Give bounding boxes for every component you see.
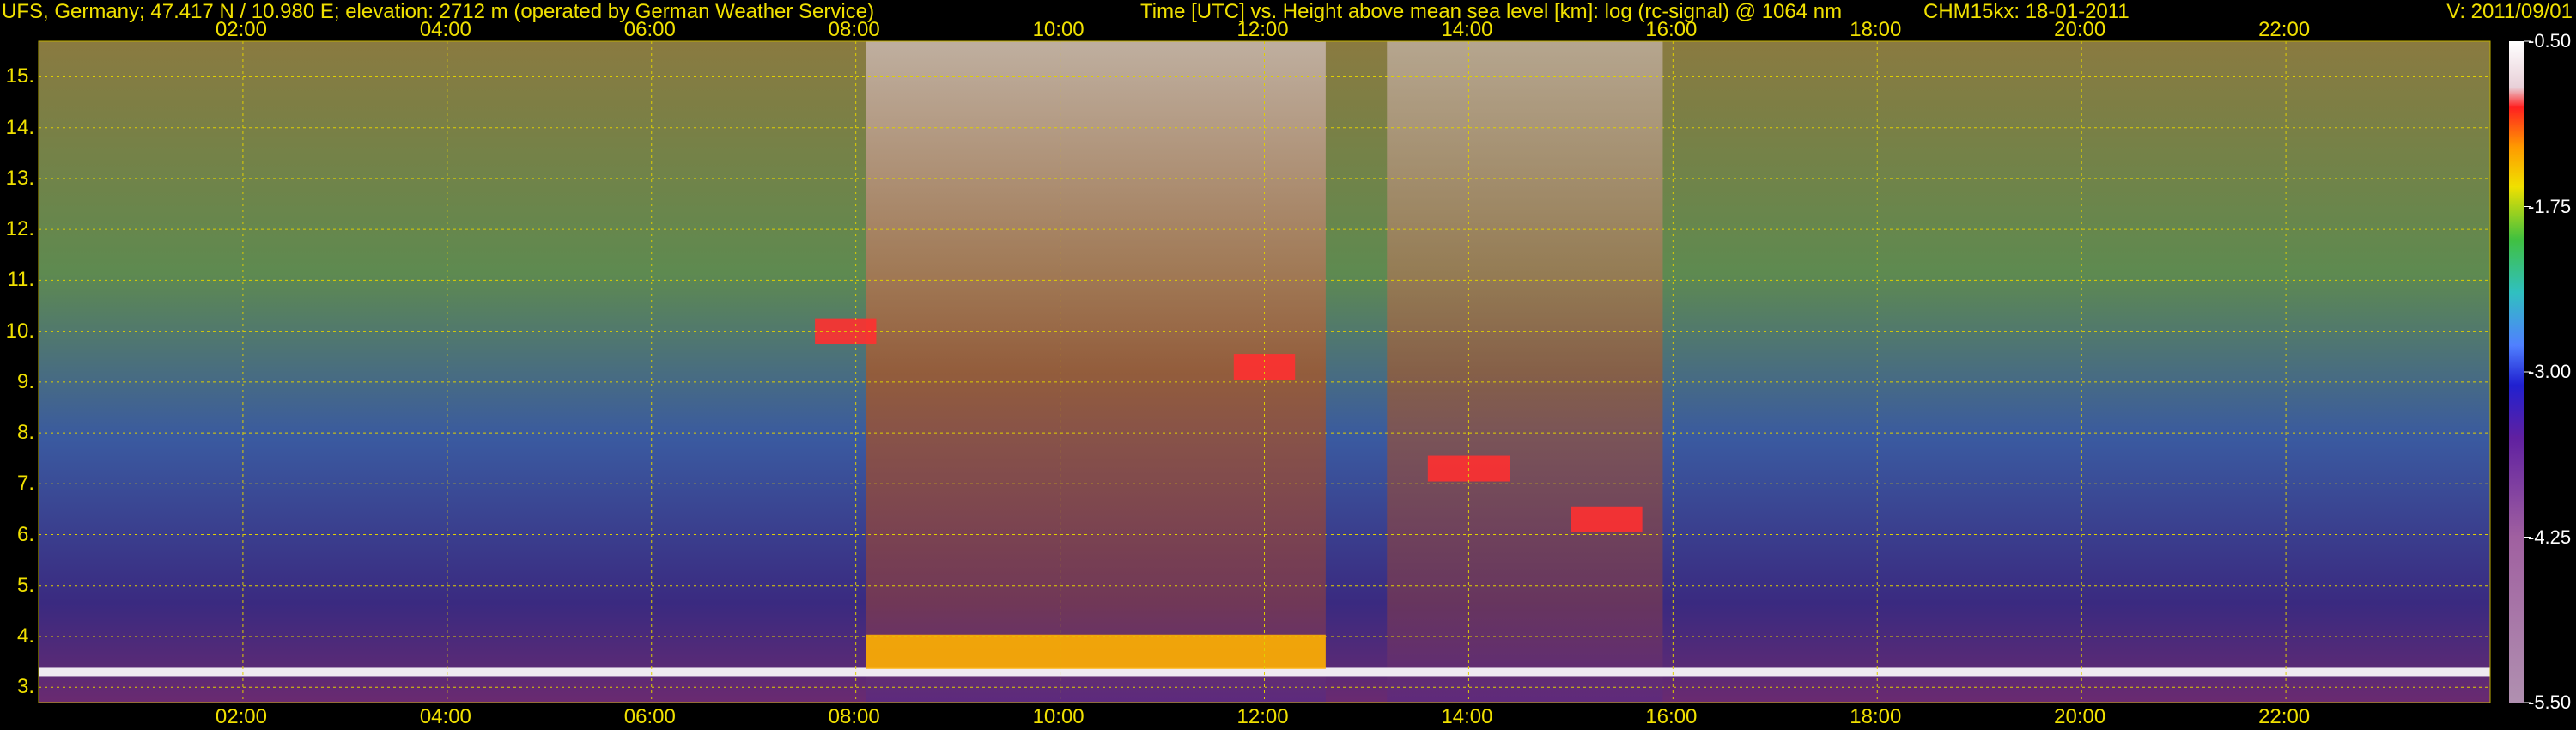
colorbar-label: -4.25 [2528,526,2572,548]
colorbar-label: -5.50 [2528,691,2572,713]
feature-low-layer [866,634,1326,669]
x-tick-label: 12:00 [1236,705,1289,728]
y-tick-label: 9. [16,369,34,393]
x-tick-label: 22:00 [2258,18,2311,41]
y-tick-label: 5. [16,573,34,597]
x-tick-label: 10:00 [1032,18,1084,41]
y-tick-label: 7. [16,471,34,496]
x-tick-label: 14:00 [1441,705,1493,728]
x-tick-label: 18:00 [1850,18,1902,41]
y-tick-label: 8. [16,421,34,445]
colorbar-label: -0.50 [2528,30,2572,52]
x-tick-label: 02:00 [215,18,267,41]
x-tick-label: 04:00 [419,705,471,728]
colorbar [2509,41,2524,703]
y-tick-label: 6. [16,522,34,546]
x-tick-label: 08:00 [828,18,880,41]
x-tick-label: 16:00 [1645,705,1698,728]
y-tick-label: 13. [5,166,34,190]
x-tick-label: 16:00 [1645,18,1698,41]
y-tick-label: 14. [5,115,34,139]
x-tick-label: 02:00 [215,705,267,728]
x-tick-label: 20:00 [2054,18,2106,41]
x-tick-label: 10:00 [1032,705,1084,728]
high-signal-region [1387,41,1663,703]
y-tick-label: 10. [5,319,34,343]
x-tick-label: 06:00 [623,18,676,41]
colorbar-label: -3.00 [2528,361,2572,382]
y-tick-label: 3. [16,675,34,699]
x-tick-label: 18:00 [1850,705,1902,728]
feature-cloud [1571,506,1643,532]
y-tick-label: 12. [5,217,34,241]
x-tick-label: 12:00 [1236,18,1289,41]
colorbar-label: -1.75 [2528,195,2572,217]
backscatter-chart [38,40,2531,703]
y-tick-label: 4. [16,624,34,648]
y-tick-label: 11. [7,268,34,292]
y-tick-label: 15. [5,64,34,88]
x-tick-label: 04:00 [419,18,471,41]
x-tick-label: 14:00 [1441,18,1493,41]
x-tick-label: 22:00 [2258,705,2311,728]
x-tick-label: 20:00 [2054,705,2106,728]
x-tick-label: 06:00 [623,705,676,728]
x-tick-label: 08:00 [828,705,880,728]
